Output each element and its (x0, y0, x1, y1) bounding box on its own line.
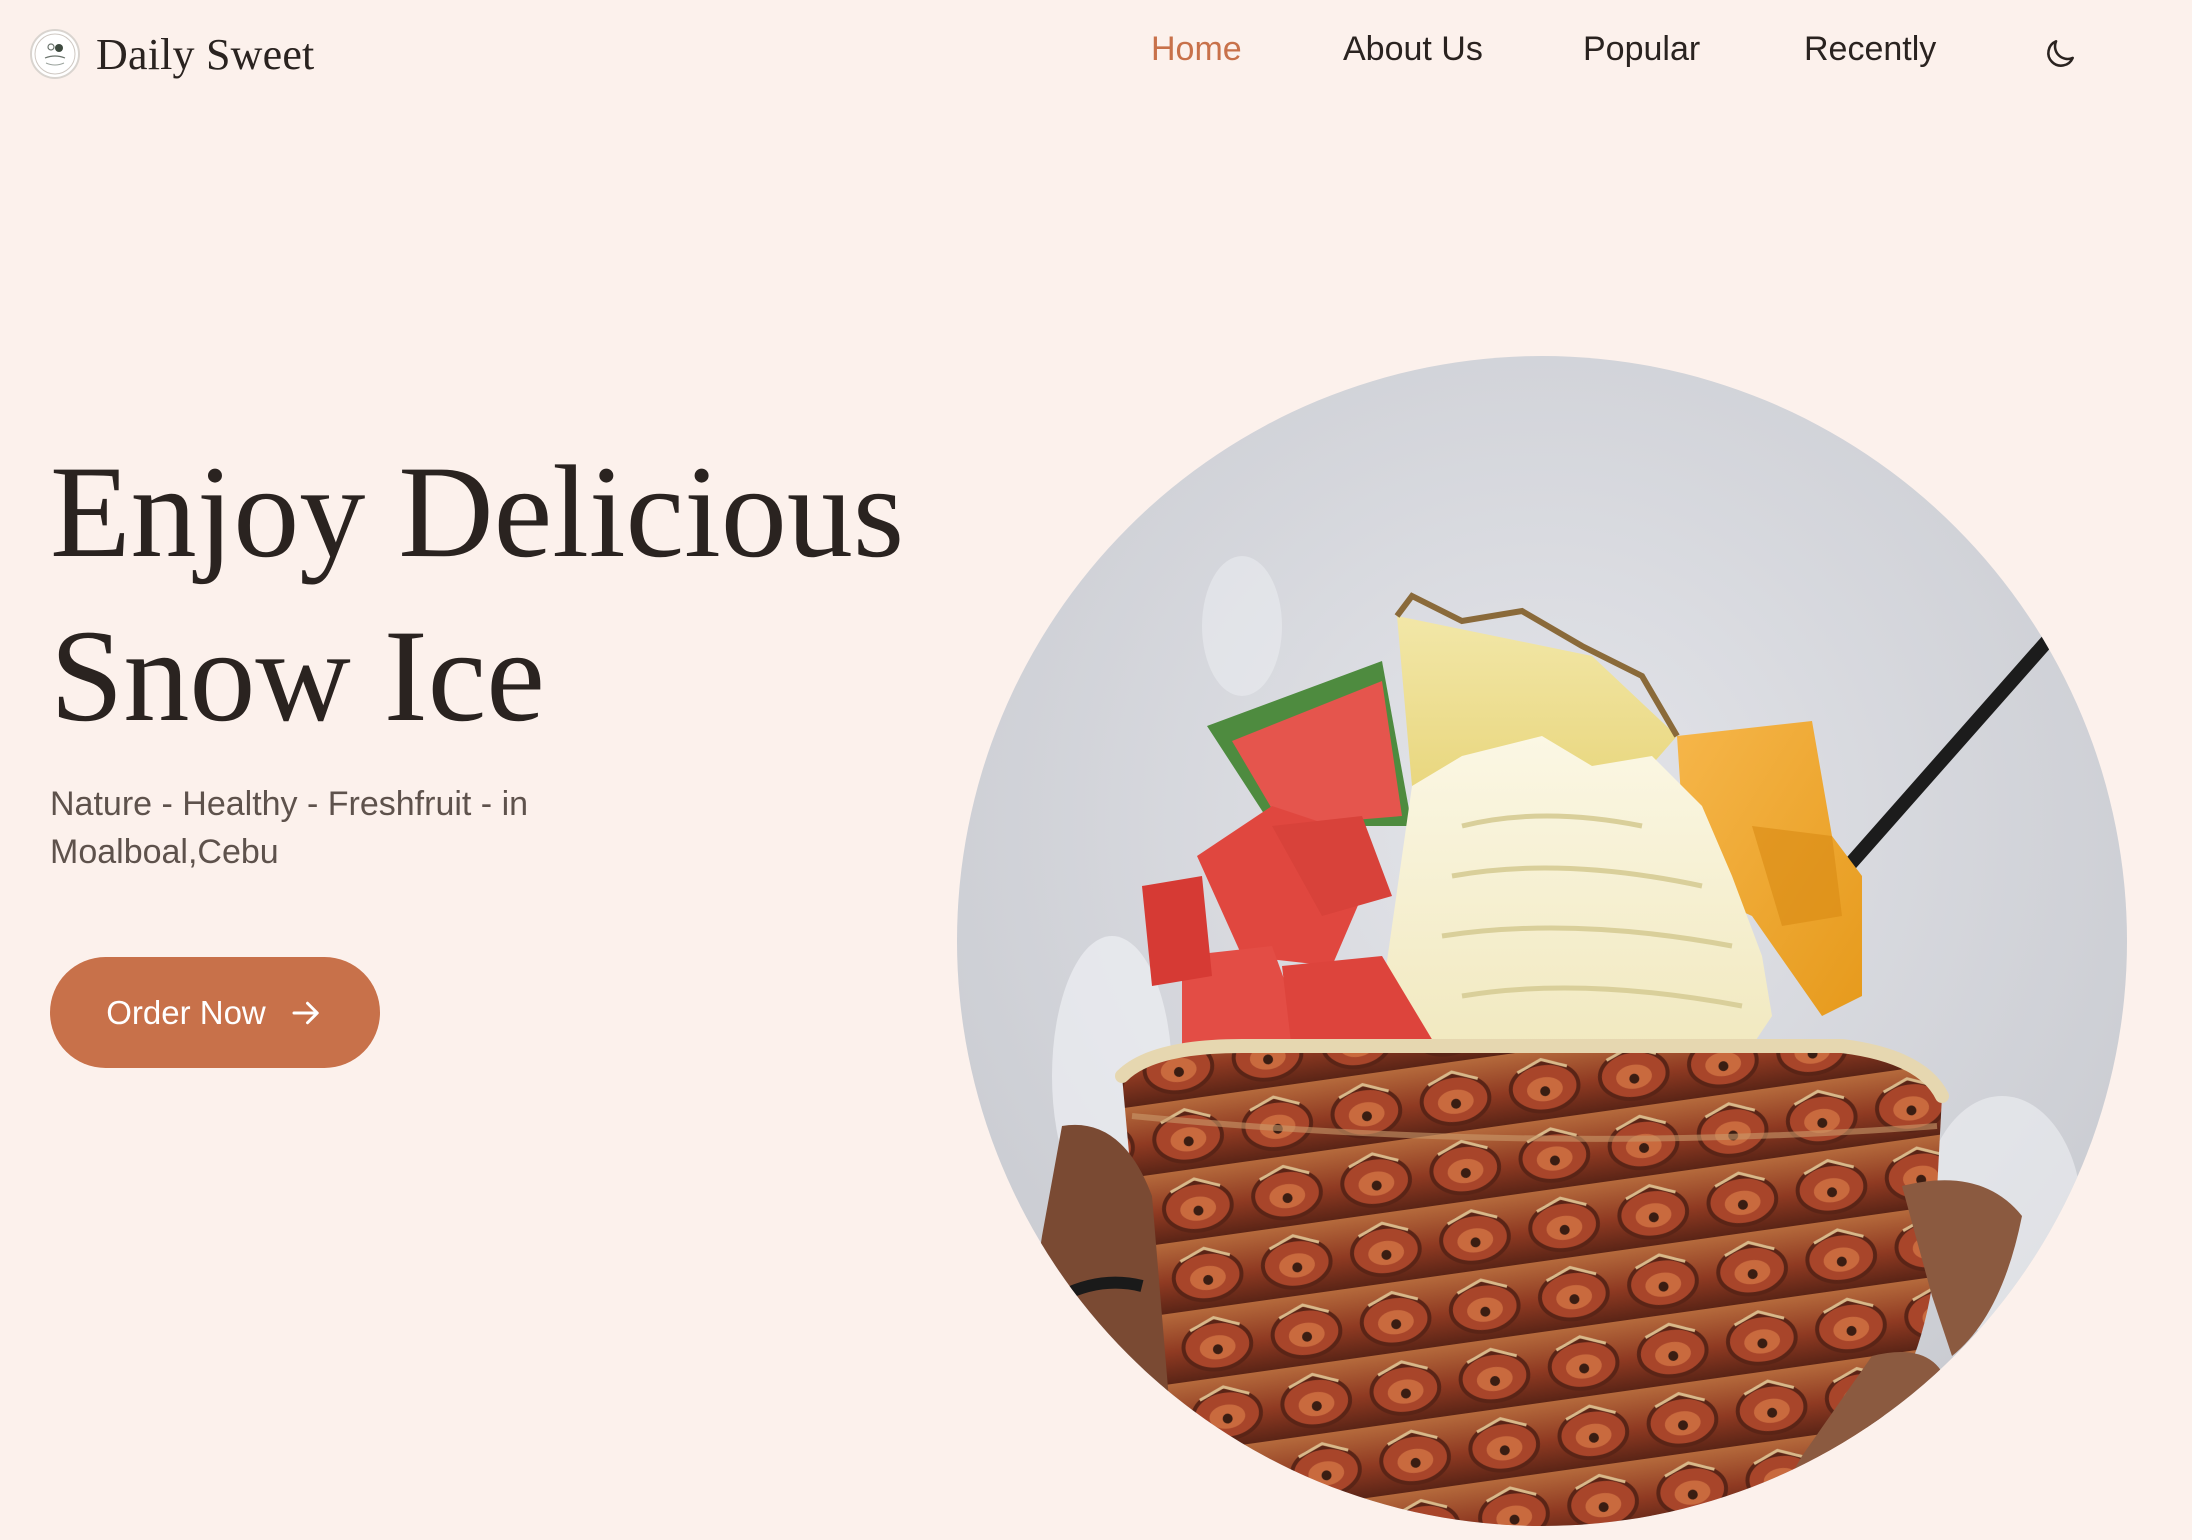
order-now-button[interactable]: Order Now (50, 957, 380, 1068)
order-now-label: Order Now (106, 993, 266, 1031)
logo-mark-icon (34, 33, 76, 75)
arrow-right-icon (292, 1001, 319, 1024)
hero-image (942, 356, 2142, 1526)
brand-home-link[interactable]: Daily Sweet (30, 28, 314, 80)
moon-icon (2047, 40, 2074, 67)
brand-logo (30, 29, 80, 79)
theme-toggle-button[interactable] (2038, 32, 2082, 76)
nav-home[interactable]: Home (1151, 30, 1242, 69)
hero-subtitle: Nature - Healthy - Freshfruit - in Moalb… (50, 780, 610, 876)
hero-subtitle-line-2: Moalboal,Cebu (50, 833, 279, 871)
nav-recently[interactable]: Recently (1804, 30, 1936, 69)
snow-ice-pineapple-illustration (957, 356, 2127, 1526)
nav-popular[interactable]: Popular (1583, 30, 1700, 69)
hero-title-line-2: Snow Ice (50, 602, 545, 749)
hero-subtitle-line-1: Nature - Healthy - Freshfruit - in (50, 785, 529, 823)
hero-title: Enjoy Delicious Snow Ice (50, 430, 990, 758)
hero-title-line-1: Enjoy Delicious (50, 438, 905, 585)
site-header: Daily Sweet Home About Us Popular Recent… (0, 0, 2192, 110)
nav-about-us[interactable]: About Us (1343, 30, 1483, 69)
brand-name: Daily Sweet (96, 29, 315, 79)
page: Daily Sweet Home About Us Popular Recent… (0, 0, 2192, 1540)
